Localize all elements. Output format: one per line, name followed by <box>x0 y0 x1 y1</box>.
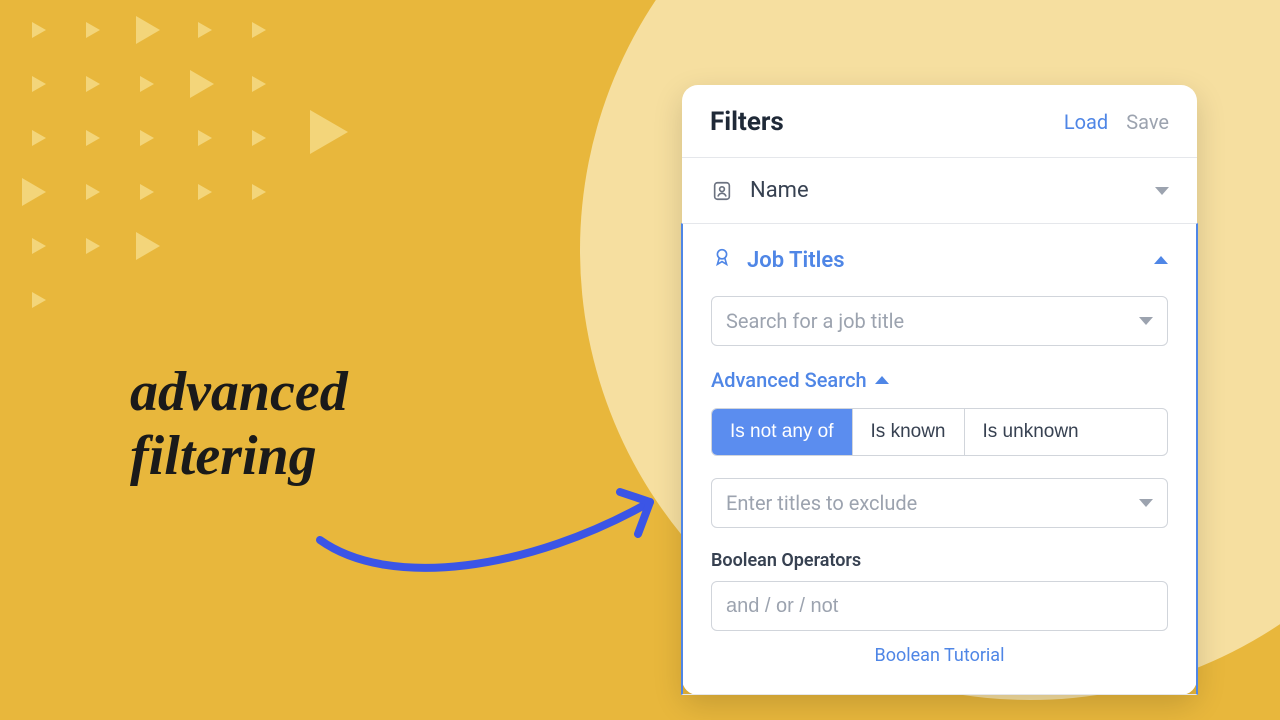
panel-title: Filters <box>710 107 784 137</box>
load-button[interactable]: Load <box>1064 110 1108 134</box>
panel-actions: Load Save <box>1064 110 1169 134</box>
panel-header: Filters Load Save <box>682 85 1197 157</box>
combo-placeholder: Search for a job title <box>726 309 1129 333</box>
section-header-job-titles[interactable]: Job Titles <box>711 246 1168 274</box>
medal-icon <box>711 246 733 274</box>
advanced-search-toggle[interactable]: Advanced Search <box>711 368 1168 392</box>
callout-text: advanced filtering <box>130 360 348 489</box>
chevron-up-icon <box>875 376 889 384</box>
combo-placeholder: Enter titles to exclude <box>726 491 1129 515</box>
person-badge-icon <box>710 179 734 203</box>
section-title: Job Titles <box>747 248 845 273</box>
segmented-control: Is not any of Is known Is unknown <box>711 408 1168 456</box>
segment-is-not-any-of[interactable]: Is not any of <box>712 409 853 455</box>
chevron-down-icon <box>1155 187 1169 195</box>
section-job-titles: Job Titles Search for a job title Advanc… <box>681 223 1198 695</box>
stage: advanced filtering Filters Load Save Nam… <box>0 0 1280 720</box>
segment-is-known[interactable]: Is known <box>853 409 965 455</box>
segment-is-unknown[interactable]: Is unknown <box>965 409 1097 455</box>
exclude-titles-input[interactable]: Enter titles to exclude <box>711 478 1168 528</box>
filter-label: Name <box>750 178 1139 203</box>
filters-panel: Filters Load Save Name <box>682 85 1197 695</box>
save-button[interactable]: Save <box>1126 110 1169 134</box>
filter-row-name[interactable]: Name <box>682 158 1197 223</box>
arrow-icon <box>310 480 680 600</box>
chevron-up-icon <box>1154 256 1168 264</box>
boolean-operators-input[interactable] <box>711 581 1168 631</box>
job-title-search[interactable]: Search for a job title <box>711 296 1168 346</box>
decorative-triangles <box>10 0 370 330</box>
boolean-operators-label: Boolean Operators <box>711 550 1168 571</box>
chevron-down-icon <box>1139 499 1153 507</box>
chevron-down-icon <box>1139 317 1153 325</box>
boolean-tutorial-link[interactable]: Boolean Tutorial <box>711 645 1168 666</box>
advanced-search-label: Advanced Search <box>711 368 867 392</box>
